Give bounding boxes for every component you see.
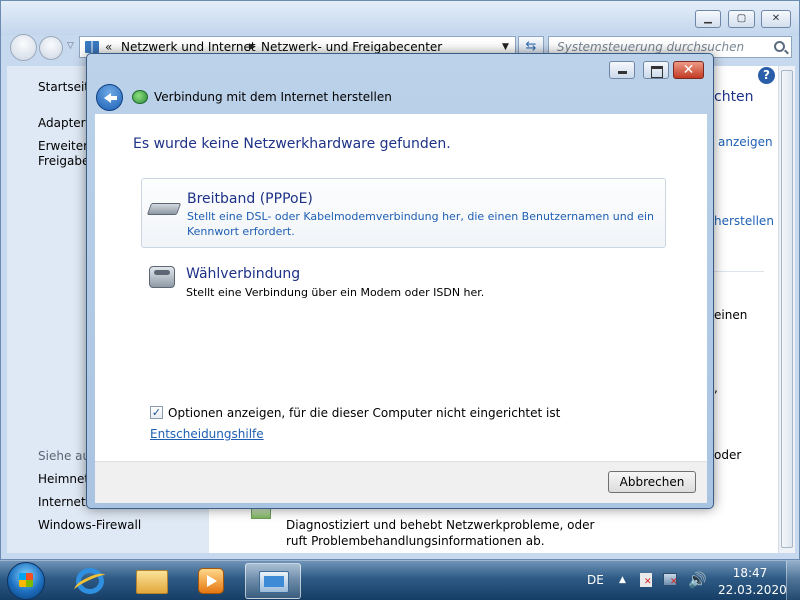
show-hidden-icons-icon[interactable]: ▲ [619,575,626,585]
content-text-fragment: einen [714,308,748,322]
taskbar: DE ▲ 🔊 18:47 22.03.2020 [0,560,800,600]
ie-icon [76,568,104,594]
option-broadband-title: Breitband (PPPoE) [187,191,313,207]
network-status-icon[interactable] [663,573,678,587]
dialog-body: Es wurde keine Netzwerkhardware gefunden… [95,114,707,461]
explorer-caption: ▁ ▢ ✕ [1,1,799,35]
breadcrumb-overflow[interactable]: « [105,40,112,54]
content-title-fragment: chten [714,89,754,105]
forward-button[interactable] [39,36,63,60]
show-options-label[interactable]: Optionen anzeigen, für die dieser Comput… [168,406,560,420]
phone-icon [149,266,175,288]
explorer-close-button[interactable]: ✕ [761,10,791,28]
taskbar-internet-explorer[interactable] [62,563,118,599]
breadcrumb-separator-icon[interactable]: ▶ [249,40,256,54]
taskbar-network-center[interactable] [245,563,301,599]
create-link-fragment[interactable]: herstellen [714,214,774,228]
back-button[interactable] [10,34,37,61]
option-dialup-title: Wählverbindung [186,266,301,282]
dialog-footer: Abbrechen [95,461,707,503]
start-button[interactable] [7,562,45,600]
troubleshoot-description: Diagnostiziert und behebt Netzwerkproble… [286,518,595,548]
sidebar-item-firewall[interactable]: Windows-Firewall [38,518,141,532]
dialog-back-button[interactable] [96,84,123,111]
folder-icon [136,570,168,594]
network-globe-icon [132,90,148,104]
help-icon[interactable]: ? [758,67,775,84]
option-dialup-description: Stellt eine Verbindung über ein Modem od… [186,286,485,299]
dialog-close-button[interactable]: ✕ [673,61,704,79]
taskbar-explorer[interactable] [124,563,180,599]
language-indicator[interactable]: DE [587,573,604,587]
option-dialup[interactable]: Wählverbindung Stellt eine Verbindung üb… [141,260,666,306]
scrollbar-thumb[interactable] [781,70,793,548]
decision-help-link[interactable]: Entscheidungshilfe [150,427,264,441]
dialog-maximize-button[interactable] [643,61,669,79]
option-broadband-description: Stellt eine DSL- oder Kabelmodemverbindu… [187,210,655,238]
taskbar-media-player[interactable] [182,563,238,599]
show-desktop-button[interactable] [786,561,800,600]
show-options-checkbox[interactable]: ✓ [150,406,163,419]
dialog-title: Verbindung mit dem Internet herstellen [154,90,392,104]
modem-icon [146,203,182,215]
volume-icon[interactable]: 🔊 [688,571,707,589]
show-link-fragment[interactable]: anzeigen [718,135,773,149]
address-dropdown-icon[interactable]: ▼ [502,42,509,52]
control-panel-icon [85,41,99,53]
explorer-minimize-button[interactable]: ▁ [695,10,721,28]
content-text-fragment-3: oder [714,448,742,462]
cancel-button[interactable]: Abbrechen [608,471,696,493]
content-text-fragment-2: , [714,381,718,395]
dialog-heading: Es wurde keine Netzwerkhardware gefunden… [133,136,451,152]
network-center-icon [259,571,289,593]
sidebar-item-adapter[interactable]: Adaptere [38,116,93,130]
breadcrumb-item-network-center[interactable]: Netzwerk- und Freigabecenter [261,40,442,54]
action-center-icon[interactable] [640,573,652,587]
option-broadband[interactable]: Breitband (PPPoE) Stellt eine DSL- oder … [141,178,666,248]
content-divider [714,271,764,272]
media-player-icon [198,568,224,594]
dialog-minimize-button[interactable] [609,61,635,79]
breadcrumb-item-network-internet[interactable]: Netzwerk und Internet [121,40,256,54]
explorer-maximize-button[interactable]: ▢ [728,10,755,28]
clock-date[interactable]: 22.03.2020 [718,583,787,597]
search-icon[interactable] [774,41,785,52]
clock-time[interactable]: 18:47 [730,566,770,580]
connect-internet-dialog: ✕ Verbindung mit dem Internet herstellen… [86,53,714,509]
history-dropdown-icon[interactable]: ▽ [67,41,74,51]
explorer-scrollbar[interactable] [778,66,795,553]
search-placeholder: Systemsteuerung durchsuchen [557,40,745,54]
sidebar-item-internet-options[interactable]: Interneto [38,495,93,509]
